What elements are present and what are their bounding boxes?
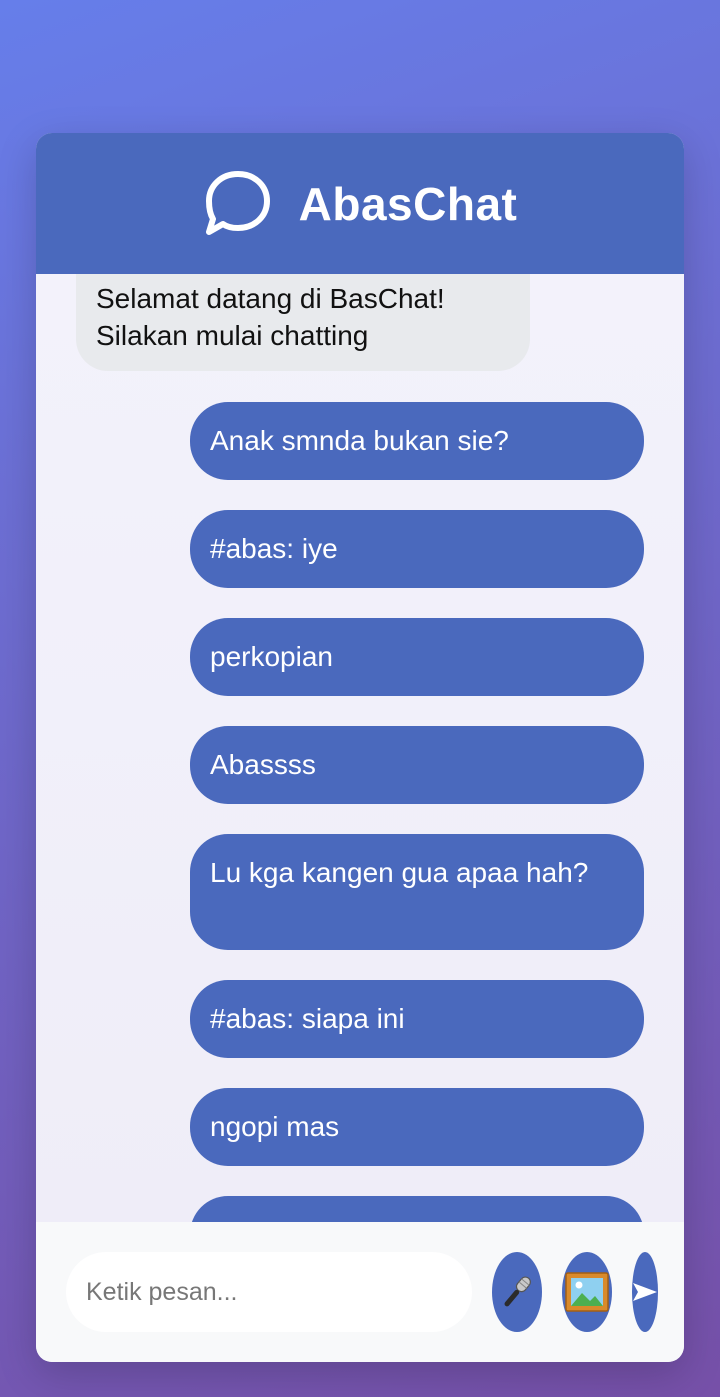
message-list[interactable]: Selamat datang di BasChat! Silakan mulai… <box>36 274 684 1222</box>
mic-button[interactable] <box>492 1252 542 1332</box>
composer-bar <box>36 1222 684 1362</box>
chat-window: AbasChat Selamat datang di BasChat! Sila… <box>36 133 684 1362</box>
image-button[interactable] <box>562 1252 612 1332</box>
message-outgoing: Abassss <box>190 726 644 804</box>
message-input[interactable] <box>66 1252 472 1332</box>
app-title: AbasChat <box>298 177 518 230</box>
message-outgoing: perkopian <box>190 618 644 696</box>
chat-bubble-icon <box>205 170 270 235</box>
message-outgoing <box>190 1196 644 1222</box>
message-outgoing: #abas: siapa ini <box>190 980 644 1058</box>
message-outgoing: ngopi mas <box>190 1088 644 1166</box>
message-incoming: Selamat datang di BasChat! Silakan mulai… <box>76 274 530 371</box>
microphone-icon <box>504 1276 531 1307</box>
send-button[interactable] <box>632 1252 658 1332</box>
send-arrow-icon <box>633 1283 657 1301</box>
message-outgoing: Lu kga kangen gua apaa hah? <box>190 834 644 950</box>
message-outgoing: #abas: iye <box>190 510 644 588</box>
framed-picture-icon <box>565 1272 609 1312</box>
message-outgoing: Anak smnda bukan sie? <box>190 402 644 480</box>
chat-header: AbasChat <box>36 133 684 274</box>
